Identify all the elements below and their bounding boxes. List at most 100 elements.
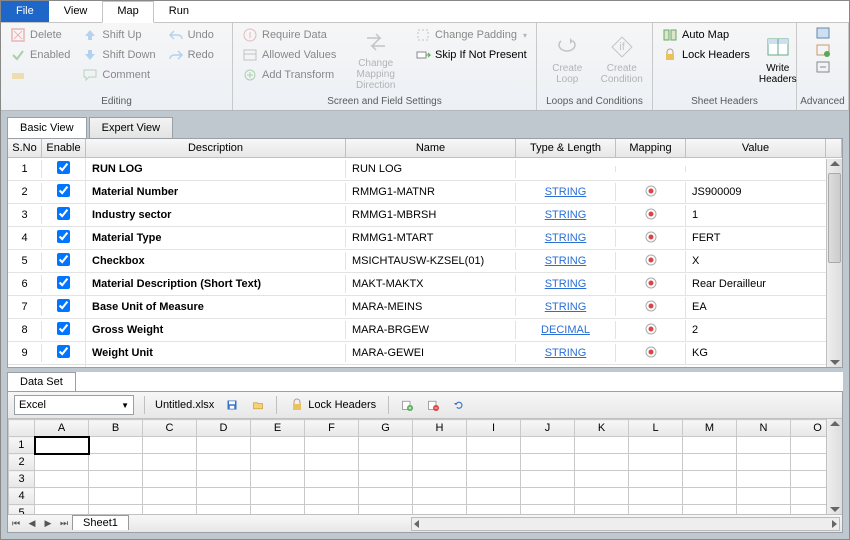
cell[interactable]	[521, 505, 575, 515]
cell[interactable]	[251, 505, 305, 515]
cell[interactable]	[737, 471, 791, 488]
cell[interactable]	[791, 488, 827, 505]
cell-value[interactable]: KG	[686, 344, 842, 362]
allowed-values-button[interactable]: Allowed Values	[239, 46, 339, 64]
auto-map-button[interactable]: Auto Map	[659, 26, 753, 44]
cell[interactable]	[467, 505, 521, 515]
cell[interactable]	[575, 505, 629, 515]
tab-expert-view[interactable]: Expert View	[89, 117, 174, 138]
cell[interactable]	[521, 454, 575, 471]
table-row[interactable]: 3Industry sectorRMMG1-MBRSHSTRING1	[8, 204, 842, 227]
cell-type[interactable]: STRING	[516, 252, 616, 270]
cell[interactable]	[89, 454, 143, 471]
cell-mapping[interactable]	[616, 343, 686, 364]
cell[interactable]	[251, 454, 305, 471]
cell[interactable]	[251, 437, 305, 454]
cell[interactable]	[143, 505, 197, 515]
cell-mapping[interactable]	[616, 320, 686, 341]
col-value[interactable]: Value	[686, 139, 826, 157]
menu-file[interactable]: File	[1, 1, 49, 22]
redo-button[interactable]: Redo	[165, 46, 217, 64]
cell-mapping[interactable]	[616, 205, 686, 226]
cell[interactable]	[197, 437, 251, 454]
menu-view[interactable]: View	[49, 1, 103, 22]
cell[interactable]	[359, 437, 413, 454]
cell[interactable]	[359, 488, 413, 505]
cell-value[interactable]: JS900009	[686, 183, 842, 201]
cell-value[interactable]: EA	[686, 298, 842, 316]
sheet-vscroll[interactable]	[826, 419, 842, 514]
cell-value[interactable]	[686, 166, 842, 172]
cell-value[interactable]: FERT	[686, 229, 842, 247]
menu-map[interactable]: Map	[102, 1, 153, 23]
cell-type[interactable]: DECIMAL	[516, 321, 616, 339]
row-header[interactable]: 2	[9, 454, 35, 471]
sheet-tab[interactable]: Sheet1	[72, 515, 129, 530]
table-row[interactable]: 2Material NumberRMMG1-MATNRSTRINGJS90000…	[8, 181, 842, 204]
table-row[interactable]: 5CheckboxMSICHTAUSW-KZSEL(01)STRINGX	[8, 250, 842, 273]
table-row[interactable]: 6Material Description (Short Text)MAKT-M…	[8, 273, 842, 296]
cell[interactable]	[89, 471, 143, 488]
cell[interactable]	[629, 454, 683, 471]
cell[interactable]	[629, 471, 683, 488]
cell[interactable]	[467, 488, 521, 505]
cell[interactable]	[791, 471, 827, 488]
cell[interactable]	[575, 488, 629, 505]
tab-data-set[interactable]: Data Set	[7, 372, 76, 391]
col-header[interactable]: A	[35, 420, 89, 437]
delete-button[interactable]: Delete	[7, 26, 73, 44]
cell[interactable]	[359, 471, 413, 488]
source-dropdown[interactable]: Excel ▼	[14, 395, 134, 415]
cell[interactable]	[791, 505, 827, 515]
cell[interactable]	[413, 437, 467, 454]
cell-type[interactable]: STRING	[516, 275, 616, 293]
cell[interactable]	[575, 471, 629, 488]
table-row[interactable]: 4Material TypeRMMG1-MTARTSTRINGFERT	[8, 227, 842, 250]
cell-enable[interactable]	[42, 158, 86, 180]
cell-value[interactable]: 2	[686, 321, 842, 339]
cell[interactable]	[89, 505, 143, 515]
spreadsheet[interactable]: ABCDEFGHIJKLMNO 12345	[8, 419, 826, 514]
cell[interactable]	[305, 471, 359, 488]
cell-enable[interactable]	[42, 365, 86, 367]
cell-value[interactable]: X	[686, 252, 842, 270]
cell[interactable]	[413, 471, 467, 488]
cell-mapping[interactable]	[616, 274, 686, 295]
cell[interactable]	[197, 488, 251, 505]
cell-mapping[interactable]	[616, 228, 686, 249]
cell-enable[interactable]	[42, 319, 86, 341]
cell[interactable]	[629, 437, 683, 454]
grid-scrollbar[interactable]	[826, 159, 842, 367]
col-header[interactable]: O	[791, 420, 827, 437]
sheet-nav-first[interactable]: ⏮	[8, 518, 24, 529]
col-header[interactable]: F	[305, 420, 359, 437]
cell[interactable]	[143, 437, 197, 454]
cell[interactable]	[305, 488, 359, 505]
sheet-nav-prev[interactable]: ◀	[24, 518, 40, 529]
cell[interactable]	[575, 454, 629, 471]
cell[interactable]	[575, 437, 629, 454]
comment-button[interactable]: Comment	[79, 66, 158, 84]
cell[interactable]	[737, 488, 791, 505]
cell[interactable]	[629, 488, 683, 505]
col-description[interactable]: Description	[86, 139, 346, 157]
col-header[interactable]: M	[683, 420, 737, 437]
cell-value[interactable]: Rear Derailleur	[686, 275, 842, 293]
cell[interactable]	[251, 471, 305, 488]
cell[interactable]	[143, 471, 197, 488]
col-header[interactable]: I	[467, 420, 521, 437]
cell-type[interactable]: STRING	[516, 206, 616, 224]
cell-value[interactable]: 1	[686, 206, 842, 224]
cell[interactable]	[467, 471, 521, 488]
col-header[interactable]: G	[359, 420, 413, 437]
cell-mapping[interactable]	[616, 166, 686, 172]
cell[interactable]	[629, 505, 683, 515]
col-sno[interactable]: S.No	[8, 139, 42, 157]
create-condition-button[interactable]: if Create Condition	[598, 26, 647, 92]
col-header[interactable]: L	[629, 420, 683, 437]
row-header[interactable]: 4	[9, 488, 35, 505]
lock-headers-ribbon-button[interactable]: Lock Headers	[659, 46, 753, 64]
cell-type[interactable]: STRING	[516, 344, 616, 362]
editing-misc[interactable]	[7, 66, 73, 84]
col-name[interactable]: Name	[346, 139, 516, 157]
